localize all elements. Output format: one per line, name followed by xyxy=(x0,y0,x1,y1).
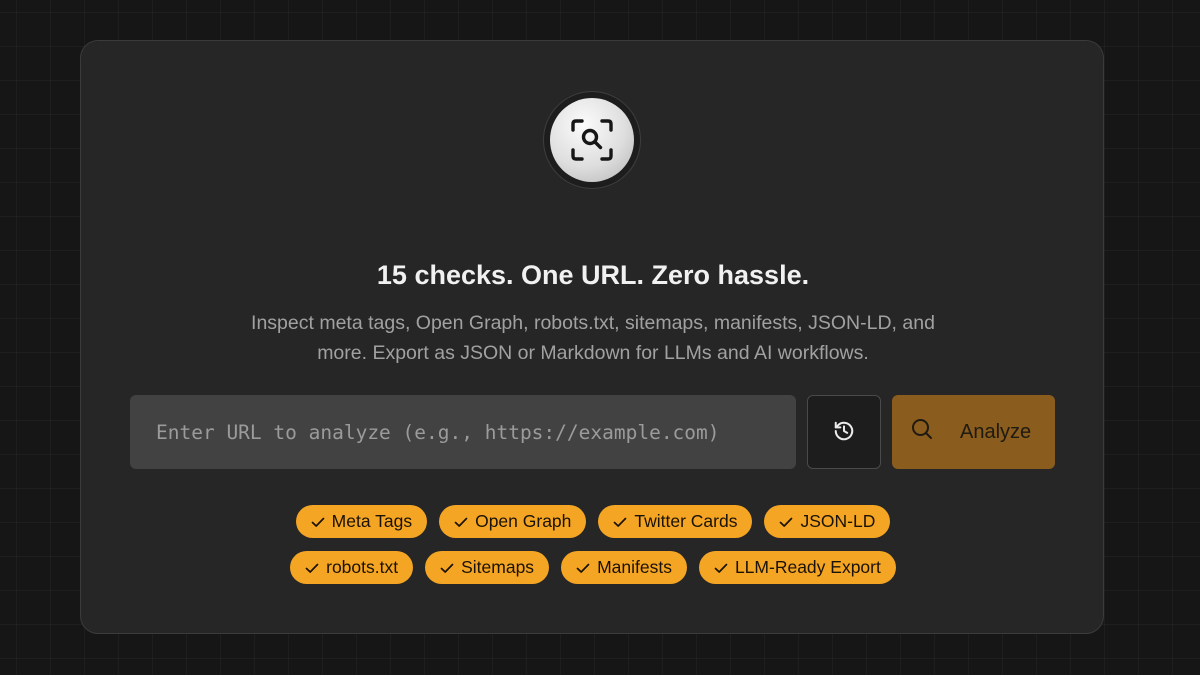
check-icon xyxy=(305,563,319,573)
feature-chip-manifests: Manifests xyxy=(561,551,687,584)
scan-search-icon xyxy=(550,98,634,182)
feature-chip-open-graph: Open Graph xyxy=(439,505,587,538)
check-icon xyxy=(440,563,454,573)
feature-chip-label: Sitemaps xyxy=(461,557,535,577)
page-title: 15 checks. One URL. Zero hassle. xyxy=(376,260,810,290)
check-icon xyxy=(454,517,468,527)
analyze-button-label: Analyze xyxy=(960,420,1032,443)
feature-chips-row-1: Meta Tags Open Graph Twitter Cards JSON-… xyxy=(81,505,1105,538)
history-icon xyxy=(833,420,855,445)
feature-chip-label: Manifests xyxy=(597,557,672,577)
page-description: Inspect meta tags, Open Graph, robots.tx… xyxy=(251,312,935,364)
feature-chip-llm-ready-export: LLM-Ready Export xyxy=(698,551,896,584)
feature-chip-label: Meta Tags xyxy=(331,511,413,531)
feature-chip-twitter-cards: Twitter Cards xyxy=(598,505,753,538)
feature-chip-meta-tags: Meta Tags xyxy=(295,505,428,538)
check-icon xyxy=(614,517,627,527)
feature-chip-label: Twitter Cards xyxy=(634,511,738,531)
history-button[interactable] xyxy=(807,395,881,469)
feature-chip-sitemaps: Sitemaps xyxy=(425,551,550,584)
search-icon xyxy=(910,417,934,447)
analyzer-card: 15 checks. One URL. Zero hassle. Inspect… xyxy=(80,40,1104,634)
feature-chip-robots-txt: robots.txt xyxy=(290,551,414,584)
check-icon xyxy=(311,517,325,527)
check-icon xyxy=(780,517,793,527)
feature-chip-json-ld: JSON-LD xyxy=(764,505,891,538)
logo-badge xyxy=(543,91,641,189)
feature-chips-row-2: robots.txt Sitemaps Manifests LLM-Ready … xyxy=(81,551,1105,584)
feature-chip-label: LLM-Ready Export xyxy=(734,557,881,577)
feature-chip-label: Open Graph xyxy=(475,511,572,531)
url-input[interactable] xyxy=(130,395,796,469)
analyze-button[interactable]: Analyze xyxy=(892,395,1055,469)
check-icon xyxy=(714,563,728,573)
feature-chip-label: robots.txt xyxy=(326,557,399,577)
feature-chip-label: JSON-LD xyxy=(800,511,876,531)
check-icon xyxy=(576,563,590,573)
